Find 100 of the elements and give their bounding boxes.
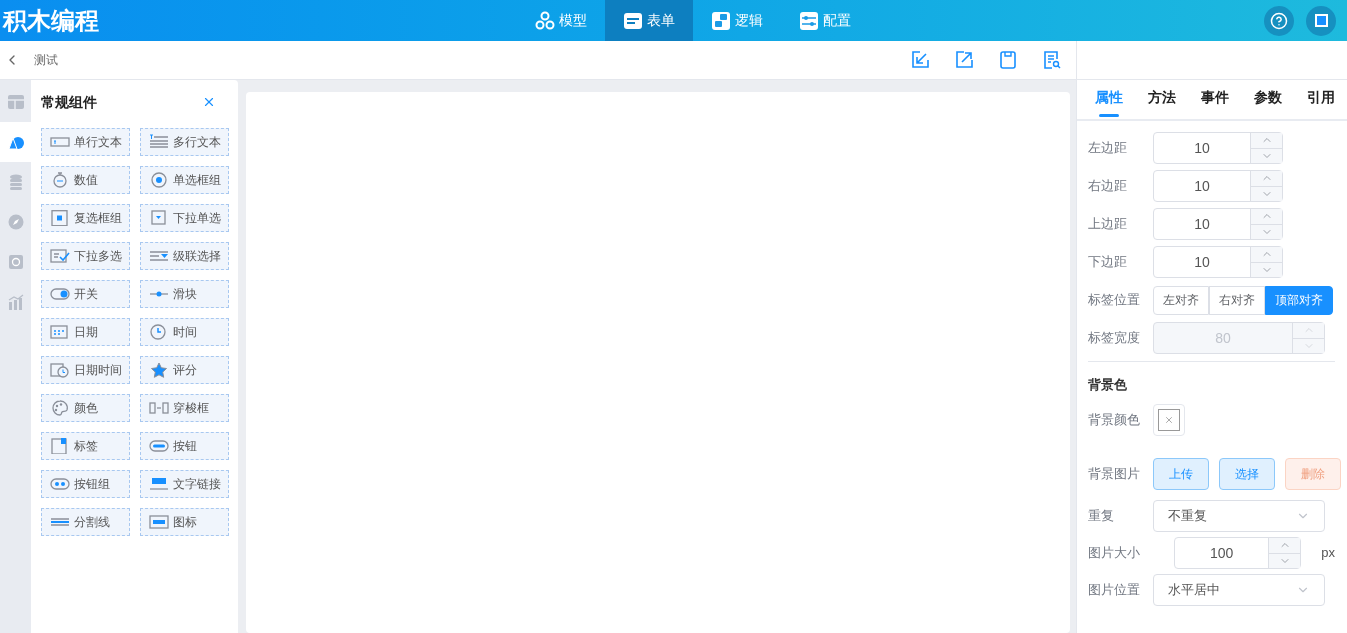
component-item[interactable]: 多行文本 [140,128,229,156]
field-label: 背景颜色 [1088,411,1141,430]
palette-icon [50,400,70,416]
number-input[interactable]: 100 [1174,537,1302,569]
number-value: 100 [1208,543,1235,563]
component-item[interactable]: 级联选择 [140,242,229,270]
cascader-icon [149,248,169,264]
panel-title: 常规组件 [41,92,97,112]
stopwatch-icon [50,172,70,188]
component-item[interactable]: 复选框组 [41,204,130,232]
page-title: 测试 [34,52,58,69]
component-item[interactable]: 日期 [41,318,130,346]
text-input-icon [50,134,70,150]
select-field[interactable]: 不重复 [1153,500,1325,532]
close-icon [202,95,216,109]
component-item[interactable]: 单行文本 [41,128,130,156]
increment-button[interactable] [1269,538,1301,554]
save-icon[interactable] [998,50,1018,70]
puzzle-icon [711,10,731,31]
link-text-icon [149,476,169,492]
component-item[interactable]: 时间 [140,318,229,346]
number-input[interactable]: 10 [1153,208,1283,240]
number-input[interactable]: 10 [1153,246,1283,278]
component-item[interactable]: 数值 [41,166,130,194]
increment-button[interactable] [1251,133,1282,149]
close-button[interactable] [202,95,216,109]
help-button[interactable] [1264,5,1294,36]
number-input[interactable]: 10 [1153,170,1283,202]
toggle-icon [50,286,70,302]
number-input[interactable]: 10 [1153,132,1283,164]
square-icon [1314,14,1328,27]
number-value: 10 [1193,252,1211,272]
app-title: 积木编程 [1,5,100,36]
component-item[interactable]: 图标 [140,508,229,536]
field-label: 下边距 [1088,253,1128,272]
component-item[interactable]: 按钮组 [41,470,130,498]
field-label: 上边距 [1088,215,1128,234]
field-label: 右边距 [1088,177,1128,196]
component-item[interactable]: 按钮 [140,432,229,460]
component-item[interactable]: 文字链接 [140,470,229,498]
field-label: 标签宽度 [1088,329,1141,348]
property-tab[interactable]: 引用 [1294,80,1347,119]
component-item[interactable]: 标签 [41,432,130,460]
alarm-clock-icon [50,362,70,378]
import-icon[interactable] [910,50,930,70]
media-icon [7,254,24,270]
select-field[interactable]: 水平居中 [1153,574,1325,606]
field-label: 图片位置 [1088,581,1141,600]
field-label: 背景图片 [1088,465,1141,484]
component-item[interactable]: 开关 [41,280,130,308]
property-tab[interactable]: 参数 [1241,80,1294,119]
number-value: 10 [1193,138,1211,158]
export-icon[interactable] [954,50,974,70]
increment-button[interactable] [1251,171,1282,187]
icon-frame-icon [149,514,169,530]
checklist-icon [50,248,70,264]
alignment-option[interactable]: 左对齐 [1153,285,1209,315]
sliders-icon [799,10,819,31]
clock-icon [149,324,169,340]
component-item[interactable]: 日期时间 [41,356,130,384]
component-item[interactable]: 评分 [140,356,229,384]
number-value: 10 [1193,214,1211,234]
form-icon [623,10,643,31]
field-label: 重复 [1088,507,1115,526]
calendar-icon [50,324,70,340]
fullscreen-button[interactable] [1306,5,1336,36]
lines-icon [149,134,169,150]
layout-icon [7,94,24,110]
radio-icon [149,172,169,188]
close-icon [1164,415,1174,425]
compass-icon [7,214,24,230]
field-label: 左边距 [1088,139,1128,158]
increment-button[interactable] [1251,209,1282,225]
database-icon [7,174,24,190]
number-value: 10 [1193,176,1211,196]
hexagons-icon [535,10,555,31]
component-item[interactable]: 穿梭框 [140,394,229,422]
component-item[interactable]: 颜色 [41,394,130,422]
component-item[interactable]: 单选框组 [140,166,229,194]
property-tab[interactable]: 事件 [1188,80,1241,119]
component-item[interactable]: 滑块 [140,280,229,308]
property-tab[interactable]: 方法 [1135,80,1188,119]
component-item[interactable]: 分割线 [41,508,130,536]
preview-icon[interactable] [1042,50,1062,70]
alignment-option[interactable]: 右对齐 [1209,285,1265,315]
pill-button-icon [149,438,169,454]
color-picker[interactable] [1153,404,1185,436]
shapes-icon [7,134,24,150]
component-item[interactable]: 下拉单选 [140,204,229,232]
field-label: 图片大小 [1088,544,1141,563]
sidebar-tab[interactable] [0,122,31,162]
star-icon [149,362,169,378]
nav-tab[interactable]: 表单 [605,0,693,41]
increment-button[interactable] [1251,247,1282,263]
unit-label: px [1321,544,1335,563]
field-label: 标签位置 [1088,291,1141,310]
help-icon [1270,11,1288,30]
checkbox-icon [50,210,70,226]
section-title: 背景色 [1088,377,1127,392]
component-item[interactable]: 下拉多选 [41,242,130,270]
